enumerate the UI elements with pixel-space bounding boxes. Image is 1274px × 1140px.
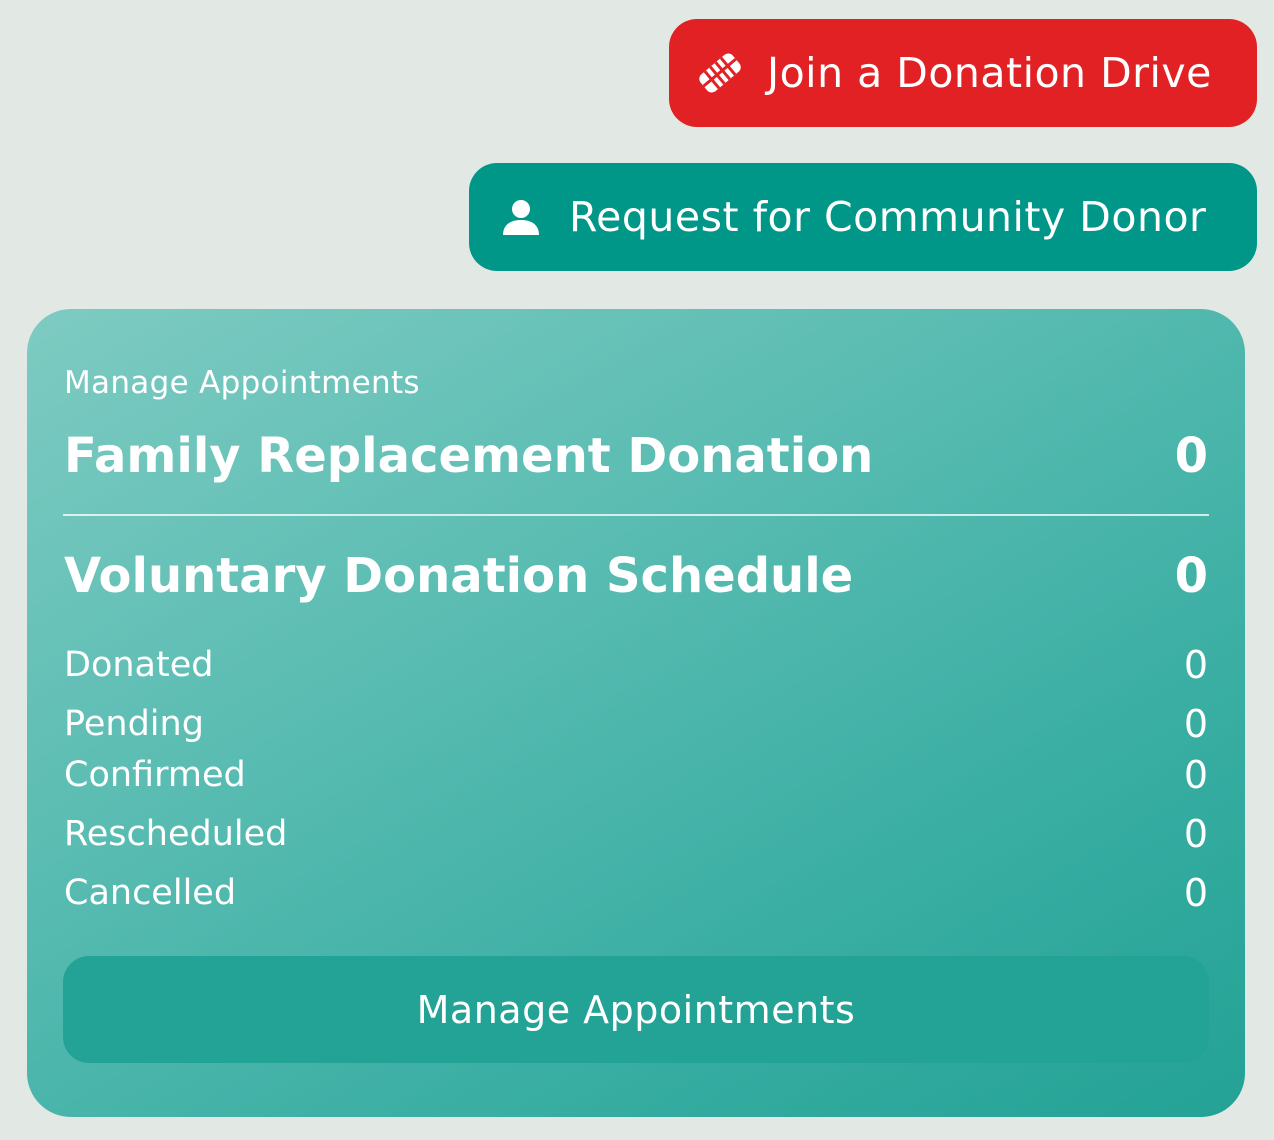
- status-row-confirmed: Confirmed 0: [64, 753, 1208, 797]
- status-label: Pending: [64, 704, 204, 744]
- join-donation-drive-label: Join a Donation Drive: [767, 49, 1212, 97]
- voluntary-schedule-row: Voluntary Donation Schedule 0: [64, 543, 1208, 609]
- voluntary-schedule-label: Voluntary Donation Schedule: [64, 548, 854, 604]
- status-label: Confirmed: [64, 755, 246, 795]
- status-count: 0: [1183, 753, 1208, 797]
- status-count: 0: [1183, 812, 1208, 856]
- person-icon: [499, 195, 543, 239]
- status-row-donated: Donated 0: [64, 643, 1208, 687]
- divider: [63, 514, 1209, 516]
- family-replacement-count: 0: [1174, 428, 1208, 484]
- family-replacement-row: Family Replacement Donation 0: [64, 423, 1208, 489]
- handshake-icon: [695, 48, 745, 98]
- voluntary-schedule-count: 0: [1174, 548, 1208, 604]
- status-count: 0: [1183, 702, 1208, 746]
- status-row-pending: Pending 0: [64, 702, 1208, 746]
- request-community-donor-button[interactable]: Request for Community Donor: [469, 163, 1257, 271]
- manage-appointments-button[interactable]: Manage Appointments: [63, 956, 1209, 1063]
- status-count: 0: [1183, 643, 1208, 687]
- appointments-card: Manage Appointments Family Replacement D…: [27, 309, 1245, 1117]
- status-label: Cancelled: [64, 873, 237, 913]
- status-label: Rescheduled: [64, 814, 288, 854]
- status-label: Donated: [64, 645, 214, 685]
- card-subtitle: Manage Appointments: [64, 365, 420, 401]
- status-count: 0: [1183, 871, 1208, 915]
- family-replacement-label: Family Replacement Donation: [64, 428, 874, 484]
- request-community-donor-label: Request for Community Donor: [569, 193, 1207, 241]
- status-row-cancelled: Cancelled 0: [64, 871, 1208, 915]
- join-donation-drive-button[interactable]: Join a Donation Drive: [669, 19, 1257, 127]
- status-row-rescheduled: Rescheduled 0: [64, 812, 1208, 856]
